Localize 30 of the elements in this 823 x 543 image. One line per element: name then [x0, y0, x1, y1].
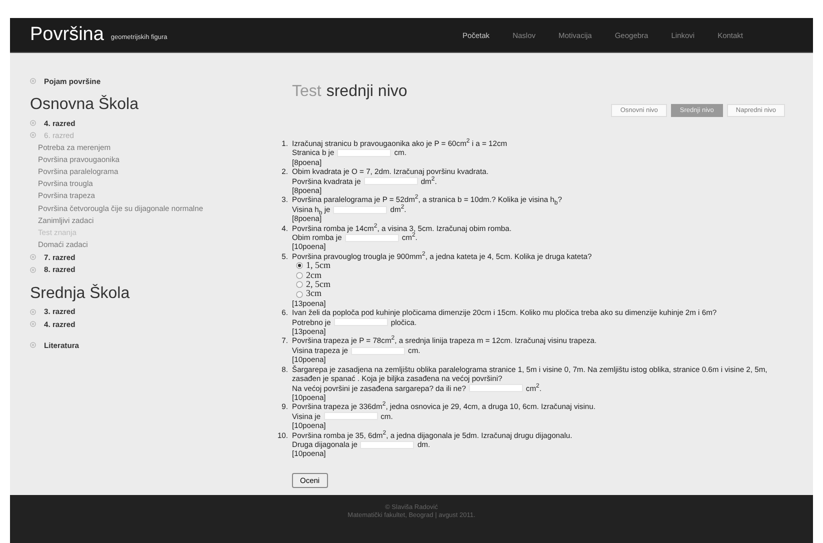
- option-label: 2cm: [306, 270, 322, 280]
- answer-field[interactable]: [324, 412, 378, 420]
- answer-field[interactable]: [364, 177, 418, 186]
- page-title: srednji nivo: [326, 83, 408, 100]
- answer-field[interactable]: [333, 206, 388, 214]
- expand-icon[interactable]: [30, 120, 36, 126]
- expand-icon[interactable]: [30, 266, 36, 273]
- radio-button[interactable]: [296, 262, 303, 270]
- expand-icon[interactable]: [30, 78, 36, 84]
- radio-button[interactable]: [296, 272, 303, 279]
- answer-field[interactable]: [360, 440, 414, 449]
- option-label: 3cm: [306, 289, 322, 299]
- answer-field[interactable]: [351, 346, 406, 355]
- option-label: 1, 5cm: [306, 261, 330, 271]
- expand-icon[interactable]: [30, 342, 36, 348]
- option-label: 2, 5cm: [306, 280, 330, 290]
- radio-button[interactable]: [296, 281, 303, 288]
- sidebar-heading: Srednja Škola: [30, 284, 131, 303]
- radio-button[interactable]: [296, 290, 303, 298]
- site-logo[interactable]: Površina: [30, 24, 104, 46]
- expand-icon[interactable]: [30, 308, 36, 315]
- expand-icon[interactable]: [30, 321, 36, 328]
- sidebar-heading: Osnovna Škola: [30, 96, 140, 114]
- expand-icon[interactable]: [30, 132, 36, 138]
- answer-field[interactable]: [337, 149, 392, 158]
- answer-field[interactable]: [344, 234, 399, 242]
- answer-field[interactable]: [468, 384, 523, 392]
- expand-icon[interactable]: [30, 254, 36, 260]
- answer-field[interactable]: [334, 318, 388, 326]
- page-title-prefix: Test: [292, 83, 322, 100]
